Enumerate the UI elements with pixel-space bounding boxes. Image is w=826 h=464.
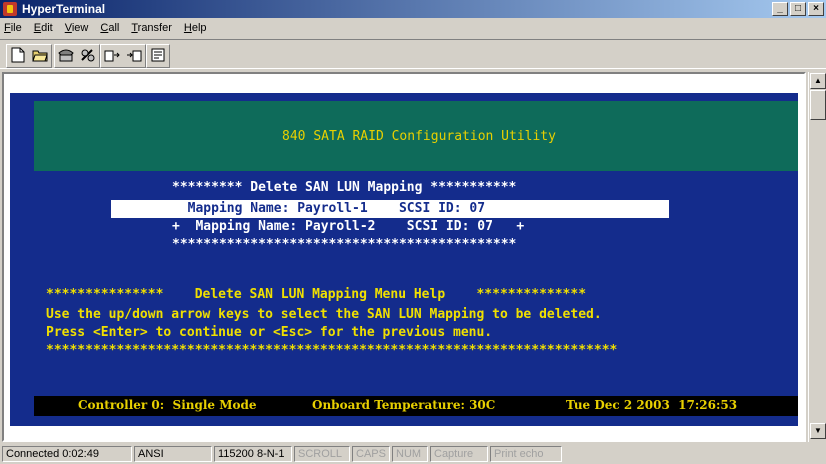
terminal-screen[interactable]: 840 SATA RAID Configuration Utility ****… (10, 93, 798, 426)
menu-bar: File Edit View Call Transfer Help (0, 18, 826, 38)
receive-icon[interactable] (123, 45, 145, 65)
scroll-thumb[interactable] (810, 90, 826, 120)
new-icon[interactable] (7, 45, 29, 65)
capture-indicator: Capture (430, 446, 488, 462)
maximize-button[interactable]: □ (790, 2, 806, 16)
minimize-button[interactable]: _ (772, 2, 788, 16)
scroll-down-icon[interactable]: ▼ (810, 423, 826, 439)
scroll-indicator: SCROLL (294, 446, 350, 462)
caps-indicator: CAPS (352, 446, 390, 462)
close-button[interactable]: × (808, 2, 824, 16)
toolbar (0, 39, 826, 69)
menu-help[interactable]: Help (184, 22, 207, 34)
menu-view[interactable]: View (65, 22, 89, 34)
menu-bottom-border: ****************************************… (172, 237, 517, 252)
menu-file[interactable]: File (4, 22, 22, 34)
properties-icon[interactable] (147, 45, 169, 65)
hyperterminal-app-icon[interactable] (3, 2, 17, 16)
phone-icon[interactable] (55, 45, 77, 65)
controller-status: Controller 0: Single Mode (78, 398, 257, 412)
vertical-scrollbar[interactable]: ▲ ▼ (808, 72, 826, 442)
terminal-status-bar: Controller 0: Single Mode Onboard Temper… (34, 396, 798, 416)
status-bar: Connected 0:02:49 ANSI 115200 8-N-1 SCRO… (0, 444, 826, 464)
help-bottom-border: ****************************************… (46, 343, 618, 358)
menu-title: ********* Delete SAN LUN Mapping *******… (172, 180, 517, 195)
help-line-2: Press <Enter> to continue or <Esc> for t… (46, 325, 493, 340)
print-echo-indicator: Print echo (490, 446, 562, 462)
utility-title: 840 SATA RAID Configuration Utility (282, 129, 556, 144)
connection-time: Connected 0:02:49 (2, 446, 132, 462)
datetime-status: Tue Dec 2 2003 17:26:53 (566, 398, 738, 412)
menu-edit[interactable]: Edit (34, 22, 53, 34)
scroll-up-icon[interactable]: ▲ (810, 73, 826, 89)
send-icon[interactable] (101, 45, 123, 65)
port-settings: 115200 8-N-1 (214, 446, 292, 462)
temperature-status: Onboard Temperature: 30C (312, 398, 496, 412)
utility-header: 840 SATA RAID Configuration Utility (34, 101, 798, 171)
help-line-1: Use the up/down arrow keys to select the… (46, 307, 602, 322)
mapping-item-payroll-2[interactable]: + Mapping Name: Payroll-2 SCSI ID: 07 + (172, 218, 524, 236)
mapping-item-payroll-1[interactable]: Mapping Name: Payroll-1 SCSI ID: 07 (172, 200, 501, 218)
disconnect-icon[interactable] (77, 45, 99, 65)
emulation-type: ANSI (134, 446, 212, 462)
window-title: HyperTerminal (22, 2, 106, 16)
open-icon[interactable] (29, 45, 51, 65)
menu-call[interactable]: Call (100, 22, 119, 34)
menu-transfer[interactable]: Transfer (131, 22, 172, 34)
window-titlebar[interactable]: HyperTerminal _ □ × (0, 0, 826, 18)
num-indicator: NUM (392, 446, 428, 462)
help-title: *************** Delete SAN LUN Mapping M… (46, 287, 587, 302)
